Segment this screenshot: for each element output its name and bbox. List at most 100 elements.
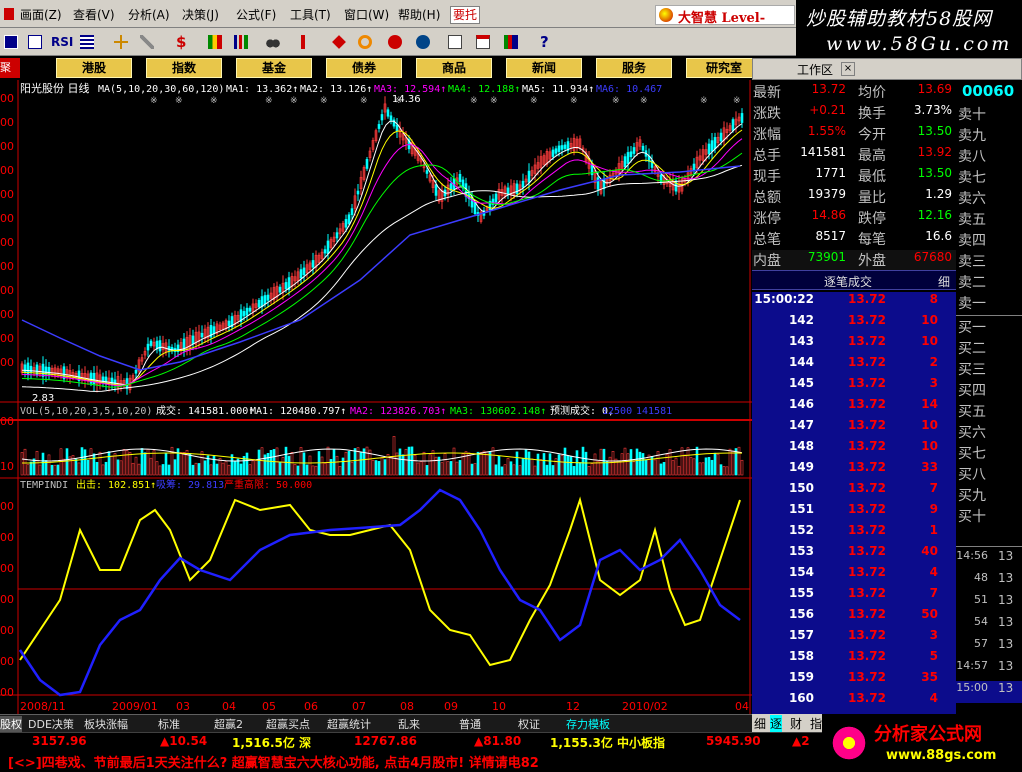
volume-bar [116,459,120,476]
nav-commodity-button[interactable]: 商品 [416,58,492,78]
tape-row[interactable]: 151 13.72 9 [752,502,956,523]
tape-price: 13.72 [848,460,886,474]
binoculars-icon[interactable] [262,31,284,53]
tape-row[interactable]: 160 13.72 4 [752,691,956,712]
volume-bar [557,454,561,476]
tape-row[interactable]: 144 13.72 2 [752,355,956,376]
volume-bar [248,464,252,476]
chart-panel[interactable]: 00 00 00 00 00 00 00 00 00 00 00 00 00 10 00 00 00 00 00 00… [0,80,752,714]
bottom-tab[interactable]: 超赢2 [214,716,243,732]
ring2-icon[interactable] [384,31,406,53]
menu-analysis[interactable]: 分析(A) [128,6,170,24]
flag-icon[interactable] [204,31,226,53]
menu-formula[interactable]: 公式(F) [236,6,276,24]
volume-bar [638,451,642,476]
tape-row[interactable]: 145 13.72 3 [752,376,956,397]
tape-row[interactable]: 149 13.72 33 [752,460,956,481]
quote-label: 最高 [858,148,886,164]
help-icon[interactable]: ? [534,31,556,53]
crosshair-icon[interactable] [110,31,132,53]
top-button[interactable]: 要托 [450,6,480,24]
page-icon[interactable] [444,31,466,53]
bottom-tab[interactable]: 标准 [158,716,180,732]
arrow-icon[interactable] [292,31,314,53]
nav-left-tab[interactable]: 聚票 [0,58,20,94]
dollar-icon[interactable]: $ [170,31,192,53]
menu-help[interactable]: 帮助(H) [398,6,440,24]
tape-row[interactable]: 159 13.72 35 [752,670,956,691]
nav-news-button[interactable]: 新闻 [506,58,582,78]
nav-fund-button[interactable]: 基金 [236,58,312,78]
tape-row[interactable]: 150 13.72 7 [752,481,956,502]
menu-screen[interactable]: 画面(Z) [20,6,62,24]
ruler-icon[interactable] [136,31,158,53]
tape-row[interactable]: 146 13.72 14 [752,397,956,418]
menu-view[interactable]: 查看(V) [73,6,115,24]
nav-index-button[interactable]: 指数 [146,58,222,78]
tape-row[interactable]: 154 13.72 4 [752,565,956,586]
bars-icon[interactable] [230,31,252,53]
tape-detail-link[interactable]: 细 [938,273,950,290]
side-tab-tick[interactable]: 逐 [770,715,783,732]
top-marker: ※ [360,96,368,106]
sell-level: 卖五 [958,212,986,228]
tape-price: 13.72 [848,502,886,516]
ring-icon[interactable] [354,31,376,53]
volume-bar [515,451,519,476]
workspace-close-icon[interactable]: × [841,62,855,76]
app-menu-icon[interactable] [4,8,14,20]
tape-row[interactable]: 143 13.72 10 [752,334,956,355]
list-icon[interactable] [472,31,494,53]
rsi-icon[interactable]: RSI [48,31,74,53]
volume-bar [413,454,417,476]
tape-row[interactable]: 142 13.72 10 [752,313,956,334]
bottom-tab[interactable]: 超赢买点 [266,716,310,732]
tape-row[interactable]: 147 13.72 10 [752,418,956,439]
menu-window[interactable]: 窗口(W) [344,6,389,24]
menu-tools[interactable]: 工具(T) [290,6,331,24]
tape-row[interactable]: 158 13.72 5 [752,649,956,670]
bottom-tab[interactable]: 存力模板 [566,716,610,732]
tape-time: 144 [788,355,814,369]
tape-row[interactable]: 153 13.72 40 [752,544,956,565]
bottom-tab[interactable]: DDE决策 [28,716,74,732]
bottom-tab[interactable]: 板块涨幅 [84,716,128,732]
volume-bar [278,461,282,476]
tape-row[interactable]: 148 13.72 10 [752,439,956,460]
chart-icon[interactable] [24,31,46,53]
nav-bond-button[interactable]: 债券 [326,58,402,78]
ring3-icon[interactable] [412,31,434,53]
bottom-tab[interactable]: 权证 [518,716,540,732]
menu-decision[interactable]: 决策(J) [182,6,219,24]
kline-chart[interactable]: 00 00 00 00 00 00 00 00 00 00 00 00 00 10 00 00 00 00 00 00… [0,80,752,714]
tape-row[interactable]: 15:00:22 13.72 8 [752,292,956,313]
side-tab-index[interactable]: 指 [810,715,822,732]
tape-row[interactable]: 157 13.72 3 [752,628,956,649]
tape-volume: 7 [929,586,938,600]
volume-bar [161,464,165,476]
tape-row[interactable]: 156 13.72 50 [752,607,956,628]
tape-row[interactable]: 155 13.72 7 [752,586,956,607]
bottom-tab[interactable]: 股权 [0,716,22,732]
workspace-label: 工作区 [797,63,834,77]
brand-banner[interactable]: 大智慧 Level- [655,5,795,26]
volume-bar [626,453,630,476]
bottom-tab[interactable]: 普通 [459,716,481,732]
nav-hk-button[interactable]: 港股 [56,58,132,78]
nav-service-button[interactable]: 服务 [596,58,672,78]
bottom-tab[interactable]: 乱来 [398,716,420,732]
candle-body [632,147,636,154]
x-axis-label: 2010/02 [622,700,668,713]
side-tab-detail[interactable]: 细 [754,715,766,732]
grid-icon[interactable] [76,31,98,53]
nav-research-button[interactable]: 研究室 [686,58,762,78]
watermark-top: 炒股辅助教材58股网 www.58Gu.com [796,0,1022,60]
news-scroll[interactable]: [<>]四巷戏、节前最后1天关注什么? 超赢智慧宝六大核心功能, 点击4月股市!… [0,750,822,772]
window-icon[interactable] [0,31,22,53]
books-icon[interactable] [500,31,522,53]
tape-row[interactable]: 152 13.72 1 [752,523,956,544]
tick-tape[interactable]: 15:00:22 13.72 8 142 13.72 10 143 13.72 10 144 13.… [752,292,956,714]
bottom-tab[interactable]: 超赢统计 [327,716,371,732]
side-tab-finance[interactable]: 财 [790,715,802,732]
diamond-icon[interactable] [328,31,350,53]
